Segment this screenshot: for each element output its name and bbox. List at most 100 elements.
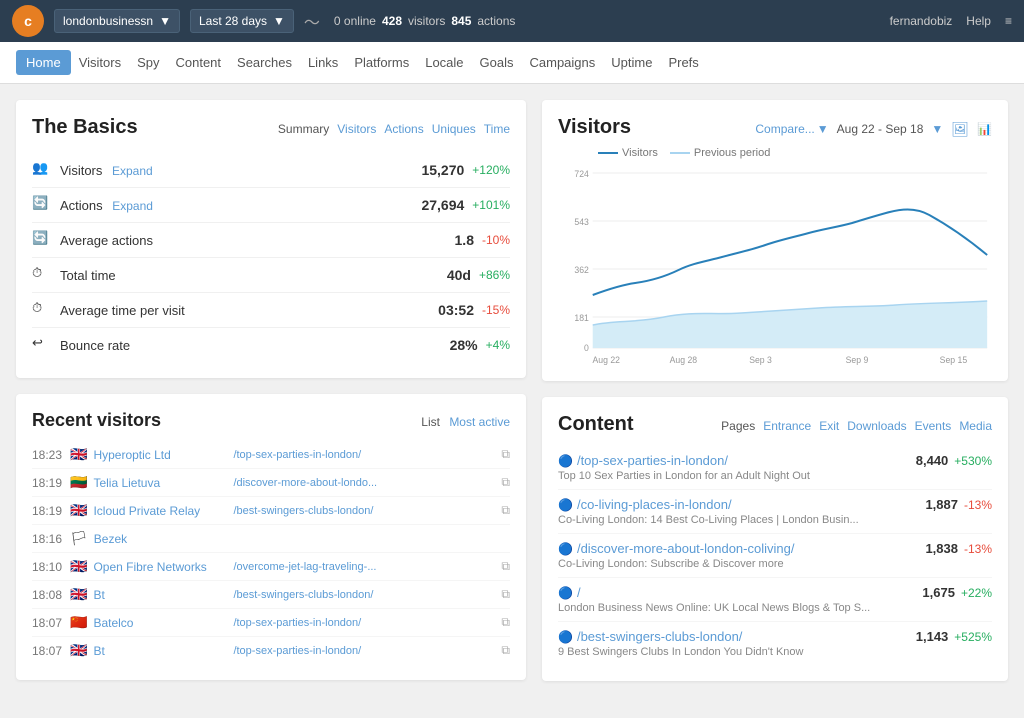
- chart-date-range: Aug 22 - Sep 18: [837, 122, 924, 136]
- nav-locale[interactable]: Locale: [417, 45, 471, 80]
- rv-name[interactable]: Bt: [93, 644, 233, 658]
- nav-prefs[interactable]: Prefs: [660, 45, 706, 80]
- bounce-icon: ↩: [32, 335, 52, 355]
- chart-toggle-button[interactable]: 〜: [304, 9, 320, 33]
- rv-time: 18:19: [32, 476, 70, 490]
- content-url[interactable]: /top-sex-parties-in-london/: [577, 453, 916, 468]
- chevron-down-icon: ▼: [273, 14, 285, 28]
- rv-name[interactable]: Bezek: [94, 532, 234, 546]
- nav-goals[interactable]: Goals: [472, 45, 522, 80]
- content-change: +525%: [954, 630, 992, 644]
- tab-time[interactable]: Time: [484, 122, 510, 136]
- tab-downloads[interactable]: Downloads: [847, 419, 906, 433]
- menu-icon[interactable]: ≡: [1005, 14, 1012, 28]
- rv-name[interactable]: Hyperoptic Ltd: [93, 448, 233, 462]
- tab-events[interactable]: Events: [915, 419, 952, 433]
- content-icon: 🔵: [558, 586, 573, 600]
- nav-uptime[interactable]: Uptime: [603, 45, 660, 80]
- rv-time: 18:23: [32, 448, 70, 462]
- actions-label: actions: [477, 14, 515, 28]
- content-url[interactable]: /discover-more-about-london-coliving/: [577, 541, 925, 556]
- content-url[interactable]: /: [577, 585, 922, 600]
- content-row-2: 🔵 /co-living-places-in-london/ 1,887 -13…: [558, 490, 992, 534]
- rv-row-7: 18:07 🇨🇳 Batelco /top-sex-parties-in-lon…: [32, 609, 510, 637]
- content-count: 1,143: [916, 629, 949, 644]
- actions-expand[interactable]: Expand: [112, 199, 153, 213]
- bar-chart-icon[interactable]: 📊: [977, 122, 992, 136]
- content-tabs: Pages Entrance Exit Downloads Events Med…: [721, 419, 992, 433]
- avg-time-change: -15%: [482, 303, 510, 317]
- content-url[interactable]: /best-swingers-clubs-london/: [577, 629, 916, 644]
- username[interactable]: fernandobiz: [890, 14, 953, 28]
- rv-flag: 🏳: [70, 530, 88, 547]
- svg-text:Sep 15: Sep 15: [940, 355, 968, 365]
- rv-time: 18:08: [32, 588, 70, 602]
- tab-visitors[interactable]: Visitors: [337, 122, 376, 136]
- live-stats: 0 online 428 visitors 845 actions: [334, 14, 515, 28]
- visitor-count: 428: [382, 14, 402, 28]
- content-desc: London Business News Online: UK Local Ne…: [558, 602, 992, 614]
- tab-uniques[interactable]: Uniques: [432, 122, 476, 136]
- tab-entrance[interactable]: Entrance: [763, 419, 811, 433]
- tab-exit[interactable]: Exit: [819, 419, 839, 433]
- tab-pages[interactable]: Pages: [721, 419, 755, 433]
- tab-summary[interactable]: Summary: [278, 122, 329, 136]
- content-desc: Co-Living London: Subscribe & Discover m…: [558, 558, 992, 570]
- svg-text:181: 181: [574, 313, 589, 323]
- nav-searches[interactable]: Searches: [229, 45, 300, 80]
- avg-time-value: 03:52: [438, 302, 474, 318]
- visitors-value: 15,270: [421, 162, 464, 178]
- rv-name[interactable]: Telia Lietuva: [93, 476, 233, 490]
- content-change: -13%: [964, 542, 992, 556]
- tab-actions[interactable]: Actions: [384, 122, 423, 136]
- svg-text:Aug 28: Aug 28: [670, 355, 698, 365]
- legend-visitors: Visitors: [598, 147, 658, 159]
- rv-path[interactable]: /top-sex-parties-in-london/: [233, 449, 495, 461]
- rv-name[interactable]: Bt: [93, 588, 233, 602]
- date-range-selector[interactable]: Last 28 days ▼: [190, 9, 294, 33]
- content-change: -13%: [964, 498, 992, 512]
- rv-path[interactable]: /best-swingers-clubs-london/: [233, 589, 495, 601]
- rv-path[interactable]: /top-sex-parties-in-london/: [233, 617, 495, 629]
- nav-campaigns[interactable]: Campaigns: [522, 45, 604, 80]
- visitors-chart-header: Visitors Compare... ▼ Aug 22 - Sep 18 ▼ …: [558, 116, 992, 139]
- total-time-label: Total time: [60, 268, 447, 283]
- svg-text:362: 362: [574, 265, 589, 275]
- basics-tabs: Summary Visitors Actions Uniques Time: [278, 122, 510, 136]
- compare-selector[interactable]: Compare... ▼: [755, 122, 828, 136]
- date-range-label: Last 28 days: [199, 14, 267, 28]
- content-row-4: 🔵 / 1,675 +22% London Business News Onli…: [558, 578, 992, 622]
- nav-links[interactable]: Links: [300, 45, 346, 80]
- actions-icon: 🔄: [32, 195, 52, 215]
- nav-visitors[interactable]: Visitors: [71, 45, 129, 80]
- recent-visitors-links: List Most active: [421, 415, 510, 429]
- content-icon: 🔵: [558, 630, 573, 644]
- rv-path[interactable]: /discover-more-about-londo...: [233, 477, 495, 489]
- visitors-expand[interactable]: Expand: [112, 164, 153, 178]
- site-selector[interactable]: londonbusinessn ▼: [54, 9, 180, 33]
- rv-path[interactable]: /top-sex-parties-in-london/: [233, 645, 495, 657]
- rv-path[interactable]: /best-swingers-clubs-london/: [233, 505, 495, 517]
- basics-header: The Basics Summary Visitors Actions Uniq…: [32, 116, 510, 139]
- content-url[interactable]: /co-living-places-in-london/: [577, 497, 925, 512]
- rv-name[interactable]: Icloud Private Relay: [93, 504, 233, 518]
- rv-row-2: 18:19 🇱🇹 Telia Lietuva /discover-more-ab…: [32, 469, 510, 497]
- rv-path[interactable]: /overcome-jet-lag-traveling-...: [233, 561, 495, 573]
- content-desc: Top 10 Sex Parties in London for an Adul…: [558, 470, 992, 482]
- tab-media[interactable]: Media: [959, 419, 992, 433]
- nav-spy[interactable]: Spy: [129, 45, 167, 80]
- actions-label: Actions Expand: [60, 198, 421, 213]
- rv-name[interactable]: Batelco: [93, 616, 233, 630]
- most-active-link[interactable]: Most active: [449, 415, 510, 429]
- bounce-label: Bounce rate: [60, 338, 450, 353]
- chart-legend: Visitors Previous period: [558, 147, 992, 159]
- nav-platforms[interactable]: Platforms: [346, 45, 417, 80]
- date-range-selector[interactable]: ▼: [931, 122, 943, 136]
- rv-row-8: 18:07 🇬🇧 Bt /top-sex-parties-in-london/ …: [32, 637, 510, 664]
- rv-name[interactable]: Open Fibre Networks: [93, 560, 233, 574]
- export-icon[interactable]: 🖼: [951, 121, 969, 138]
- nav-home[interactable]: Home: [16, 50, 71, 75]
- rv-time: 18:16: [32, 532, 70, 546]
- nav-content[interactable]: Content: [167, 45, 229, 80]
- help-link[interactable]: Help: [966, 14, 991, 28]
